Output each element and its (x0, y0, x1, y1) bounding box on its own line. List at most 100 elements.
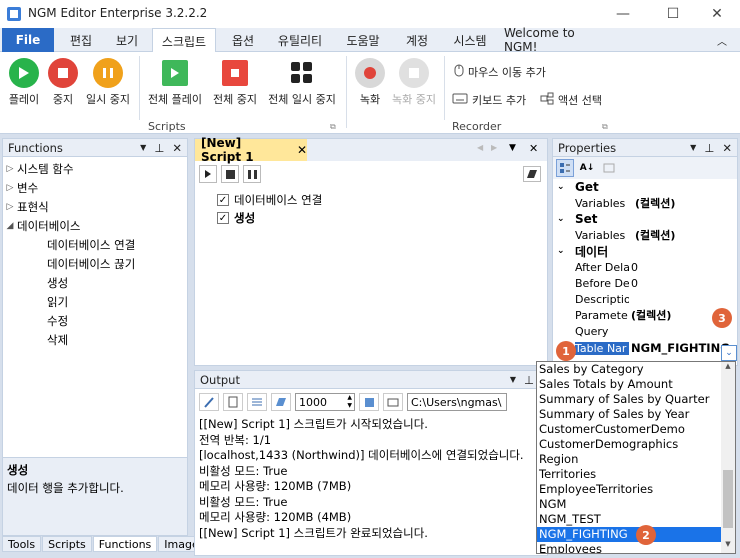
expand-icon[interactable]: ▷ (3, 183, 17, 193)
tree-item[interactable]: 데이터베이스 연결 (3, 235, 187, 254)
table-name-value[interactable]: NGM_FIGHTING (631, 341, 730, 355)
tree-item[interactable]: 삭제 (3, 330, 187, 349)
collapse-icon[interactable]: ◢ (3, 221, 17, 231)
tab-tools[interactable]: Tools (2, 536, 42, 552)
property-row[interactable]: After Dela 0 (557, 259, 737, 275)
dropdown-option[interactable]: Summary of Sales by Quarter (537, 392, 721, 407)
dropdown-option[interactable]: CustomerDemographics (537, 437, 721, 452)
scroll-right-icon[interactable]: ▶ (491, 143, 497, 152)
dropdown-option[interactable]: NGM (537, 497, 721, 512)
tree-item[interactable]: 수정 (3, 311, 187, 330)
tree-item[interactable]: ◢ 데이터베이스 (3, 216, 187, 235)
save-icon[interactable] (359, 393, 379, 411)
pause-icon[interactable] (243, 165, 261, 183)
category-set[interactable]: ⌄ Set (557, 211, 737, 227)
pin-icon[interactable]: ⊥ (704, 141, 714, 155)
dropdown-icon[interactable]: ▼ (510, 375, 516, 384)
property-row[interactable]: Variables (컬렉션) (557, 195, 737, 211)
collapse-icon[interactable]: ⌄ (557, 246, 575, 256)
close-button[interactable]: ✕ (694, 0, 740, 28)
property-pages-icon[interactable] (600, 159, 618, 177)
dropdown-icon[interactable]: ▼ (509, 143, 516, 153)
dropdown-icon[interactable]: ▼ (140, 143, 146, 152)
dropdown-option[interactable]: Summary of Sales by Year (537, 407, 721, 422)
pause-all-button[interactable]: 전체 일시 중지 (262, 58, 342, 107)
property-row[interactable]: Variables (컬렉션) (557, 227, 737, 243)
tab-account[interactable]: 계정 (396, 28, 438, 52)
sort-az-icon[interactable]: A↓ (578, 159, 596, 177)
tree-item[interactable]: 데이터베이스 끊기 (3, 254, 187, 273)
list-icon[interactable] (247, 393, 267, 411)
record-stop-button[interactable]: 녹화 중지 (388, 58, 440, 107)
property-row[interactable]: Query (557, 323, 737, 339)
folder-icon[interactable] (383, 393, 403, 411)
tab-file[interactable]: File (2, 28, 54, 52)
property-row-selected[interactable]: Table Nar NGM_FIGHTING (557, 340, 737, 356)
scripts-launcher-icon[interactable]: ⧉ (330, 122, 336, 132)
property-row[interactable]: Paramete (컬렉션) (557, 307, 737, 323)
property-row[interactable]: Descriptio (557, 291, 737, 307)
pin-icon[interactable]: ⊥ (524, 373, 534, 387)
close-icon[interactable]: ✕ (172, 141, 182, 155)
script-line[interactable]: ✓ 생성 (217, 209, 322, 227)
tab-scripts[interactable]: Scripts (42, 536, 92, 552)
action-select-button[interactable]: 액션 선택 (540, 92, 602, 108)
checkbox[interactable]: ✓ (217, 194, 229, 206)
scroll-up-icon[interactable]: ▲ (721, 362, 735, 374)
tree-item[interactable]: 읽기 (3, 292, 187, 311)
tab-utility[interactable]: 유틸리티 (270, 28, 330, 52)
expand-icon[interactable]: ▷ (3, 202, 17, 212)
property-row[interactable]: Before De 0 (557, 275, 737, 291)
close-icon[interactable]: ✕ (722, 141, 732, 155)
path-field[interactable]: C:\Users\ngmas\ (407, 393, 507, 411)
dropdown-option[interactable]: Region (537, 452, 721, 467)
dropdown-option-selected[interactable]: NGM_FIGHTING (537, 527, 721, 542)
eraser-icon[interactable] (523, 166, 541, 182)
tree-item[interactable]: ▷ 시스템 함수 (3, 159, 187, 178)
minimize-button[interactable]: — (600, 0, 646, 28)
record-button[interactable]: 녹화 (350, 58, 390, 107)
tab-edit[interactable]: 편집 (60, 28, 102, 52)
tab-view[interactable]: 보기 (106, 28, 148, 52)
scrollbar-thumb[interactable] (723, 470, 733, 528)
pause-button[interactable]: 일시 중지 (82, 58, 134, 107)
collapse-icon[interactable]: ⌄ (557, 214, 575, 224)
tab-options[interactable]: 옵션 (222, 28, 264, 52)
dropdown-option[interactable]: NGM_TEST (537, 512, 721, 527)
line-count-input[interactable]: 1000 ▲ ▼ (295, 393, 355, 411)
tab-system[interactable]: 시스템 (444, 28, 496, 52)
dropdown-option[interactable]: Sales Totals by Amount (537, 377, 721, 392)
recorder-launcher-icon[interactable]: ⧉ (602, 122, 608, 132)
stepper-icon[interactable]: ▲ ▼ (347, 394, 352, 410)
dropdown-toggle-icon[interactable]: ⌄ (721, 345, 737, 361)
collapse-icon[interactable]: ⌄ (557, 182, 575, 192)
keyboard-button[interactable]: 키보드 추가 (452, 92, 526, 108)
maximize-button[interactable]: ☐ (650, 0, 696, 28)
tab-script[interactable]: 스크립트 (152, 28, 216, 53)
brush-icon[interactable] (199, 393, 219, 411)
scroll-down-icon[interactable]: ▼ (721, 540, 735, 548)
dropdown-scrollbar[interactable]: ▲ ▼ (721, 362, 735, 553)
stop-button[interactable]: 중지 (46, 58, 80, 107)
document-icon[interactable] (223, 393, 243, 411)
dropdown-option[interactable]: Sales by Category (537, 362, 721, 377)
dropdown-option[interactable]: EmployeeTerritories (537, 482, 721, 497)
collapse-ribbon-icon[interactable]: ︿ (712, 28, 732, 52)
close-icon[interactable]: ✕ (297, 143, 307, 157)
dropdown-option[interactable]: CustomerCustomerDemo (537, 422, 721, 437)
tree-item[interactable]: ▷ 표현식 (3, 197, 187, 216)
dropdown-option[interactable]: Employees (537, 542, 721, 553)
scroll-left-icon[interactable]: ◀ (477, 143, 483, 152)
dropdown-icon[interactable]: ▼ (690, 143, 696, 152)
stop-icon[interactable] (221, 165, 239, 183)
stop-all-button[interactable]: 전체 중지 (208, 58, 262, 107)
tab-help[interactable]: 도움말 (338, 28, 388, 52)
tree-item[interactable]: ▷ 변수 (3, 178, 187, 197)
pin-icon[interactable]: ⊥ (154, 141, 164, 155)
play-button[interactable]: 플레이 (4, 58, 44, 107)
category-get[interactable]: ⌄ Get (557, 179, 737, 195)
tree-item[interactable]: 생성 (3, 273, 187, 292)
eraser-icon[interactable] (271, 393, 291, 411)
play-icon[interactable] (199, 165, 217, 183)
expand-icon[interactable]: ▷ (3, 164, 17, 174)
